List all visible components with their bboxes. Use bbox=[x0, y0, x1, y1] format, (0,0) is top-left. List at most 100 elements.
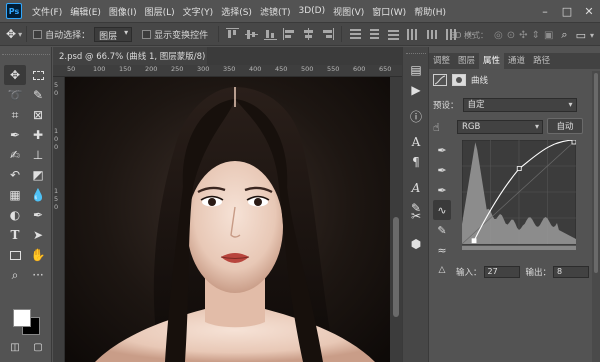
menu-file[interactable]: 文件(F) bbox=[32, 5, 62, 18]
menu-filter[interactable]: 滤镜(T) bbox=[260, 5, 291, 18]
actions-panel-icon[interactable]: ▶ bbox=[407, 81, 425, 99]
dodge-tool-icon[interactable]: ◐ bbox=[4, 205, 26, 225]
curves-adjustment-icon[interactable] bbox=[433, 74, 447, 86]
search-icon[interactable]: ⌕ bbox=[561, 28, 567, 42]
paragraph-panel-icon[interactable]: ¶ bbox=[407, 153, 425, 171]
3d-scale-icon[interactable]: ▣ bbox=[544, 30, 553, 41]
canvas-scrollbar[interactable] bbox=[390, 77, 402, 362]
menu-window[interactable]: 窗口(W) bbox=[372, 5, 406, 18]
tab-channels[interactable]: 通道 bbox=[504, 53, 529, 69]
properties-scrollbar[interactable] bbox=[592, 71, 600, 362]
rectangle-tool-icon[interactable] bbox=[4, 245, 26, 265]
screen-mode-icon[interactable]: ▢ bbox=[27, 337, 49, 357]
auto-select-dropdown[interactable]: 图层 bbox=[94, 26, 133, 42]
curve-control-point[interactable] bbox=[516, 166, 522, 171]
gradient-tool-icon[interactable]: ▦ bbox=[4, 185, 26, 205]
glyphs-panel-icon[interactable]: A bbox=[407, 179, 425, 197]
tab-layers[interactable]: 图层 bbox=[454, 53, 479, 69]
distribute-hcenter-icon[interactable] bbox=[425, 28, 438, 40]
align-bottom-icon[interactable] bbox=[264, 28, 278, 40]
auto-select-checkbox[interactable] bbox=[33, 29, 43, 39]
menu-view[interactable]: 视图(V) bbox=[333, 5, 364, 18]
brush-tool-icon[interactable]: ✍ bbox=[4, 145, 26, 165]
white-point-eyedropper-icon[interactable]: ✒ bbox=[433, 180, 451, 200]
eraser-tool-icon[interactable]: ◩ bbox=[27, 165, 49, 185]
align-top-icon[interactable] bbox=[226, 28, 240, 40]
menu-3d[interactable]: 3D(D) bbox=[298, 6, 325, 16]
gray-point-eyedropper-icon[interactable]: ✒ bbox=[433, 160, 451, 180]
history-panel-icon[interactable]: ▤ bbox=[407, 61, 425, 79]
clone-stamp-tool-icon[interactable]: ⊥ bbox=[27, 145, 49, 165]
history-brush-tool-icon[interactable]: ↶ bbox=[4, 165, 26, 185]
distribute-top-icon[interactable] bbox=[349, 28, 362, 40]
more-tools-icon[interactable]: ··· bbox=[27, 265, 49, 285]
align-left-icon[interactable] bbox=[283, 28, 296, 40]
info-panel-icon[interactable]: ⓘ bbox=[407, 107, 425, 125]
3d-orbit-icon[interactable]: ◎ bbox=[494, 30, 503, 41]
pen-tool-icon[interactable]: ✒ bbox=[27, 205, 49, 225]
zoom-tool-icon[interactable]: ⌕ bbox=[4, 265, 26, 285]
target-adjust-icon[interactable]: ☝ bbox=[433, 121, 457, 134]
toolbar-grip[interactable] bbox=[2, 49, 50, 55]
3d-pan-icon[interactable]: ✣ bbox=[519, 30, 527, 41]
black-point-eyedropper-icon[interactable]: ✒ bbox=[433, 140, 451, 160]
hand-tool-icon[interactable]: ✋ bbox=[27, 245, 49, 265]
crop-tool-icon[interactable]: ⌗ bbox=[4, 105, 26, 125]
draw-curve-icon[interactable]: ✎ bbox=[433, 220, 451, 240]
path-select-tool-icon[interactable]: ➤ bbox=[27, 225, 49, 245]
3d-slide-icon[interactable]: ⇕ bbox=[532, 30, 540, 41]
menu-help[interactable]: 帮助(H) bbox=[414, 5, 446, 18]
menu-image[interactable]: 图像(I) bbox=[109, 5, 137, 18]
channel-dropdown[interactable]: RGB bbox=[457, 120, 543, 134]
edit-points-icon[interactable]: ∿ bbox=[433, 200, 451, 220]
tool-presets-panel-icon[interactable]: ✂ bbox=[407, 207, 425, 225]
preset-dropdown-icon[interactable]: ▾ bbox=[18, 30, 22, 39]
output-field[interactable]: 8 bbox=[553, 266, 590, 278]
curve-control-point[interactable] bbox=[471, 238, 477, 244]
menu-type[interactable]: 文字(Y) bbox=[183, 5, 214, 18]
blur-tool-icon[interactable]: 💧 bbox=[27, 185, 49, 205]
type-tool-icon[interactable]: T bbox=[4, 225, 26, 245]
preset-dropdown[interactable]: 自定 bbox=[462, 98, 577, 112]
quick-mask-icon[interactable]: ◫ bbox=[4, 337, 26, 357]
workspace-icon[interactable]: ▭ bbox=[576, 29, 586, 42]
document-tab[interactable]: 2.psd @ 66.7% (曲线 1, 图层蒙版/8) * × bbox=[53, 47, 224, 65]
show-transform-checkbox[interactable] bbox=[142, 29, 152, 39]
document-canvas[interactable] bbox=[65, 77, 390, 362]
spot-heal-tool-icon[interactable]: ✚ bbox=[27, 125, 49, 145]
align-vcenter-icon[interactable] bbox=[245, 28, 259, 40]
input-field[interactable]: 27 bbox=[483, 266, 520, 278]
workspace-dropdown-icon[interactable]: ▾ bbox=[590, 31, 594, 40]
distribute-vcenter-icon[interactable] bbox=[368, 28, 381, 40]
menu-layer[interactable]: 图层(L) bbox=[145, 5, 175, 18]
frame-tool-icon[interactable]: ⊠ bbox=[27, 105, 49, 125]
curve-control-point[interactable] bbox=[571, 140, 576, 145]
layer-mask-icon[interactable] bbox=[452, 74, 466, 86]
tab-paths[interactable]: 路径 bbox=[529, 53, 554, 69]
quick-select-tool-icon[interactable]: ✎ bbox=[27, 85, 49, 105]
tab-properties[interactable]: 属性 bbox=[479, 53, 505, 69]
character-panel-icon[interactable]: A bbox=[407, 133, 425, 151]
lasso-tool-icon[interactable]: ➰ bbox=[4, 85, 26, 105]
maximize-button[interactable]: □ bbox=[556, 5, 578, 18]
auto-button[interactable]: 自动 bbox=[547, 118, 583, 134]
3d-panel-icon[interactable]: ⬢ bbox=[407, 235, 425, 253]
eyedropper-tool-icon[interactable]: ✒ bbox=[4, 125, 26, 145]
move-tool-icon[interactable]: ✥ bbox=[4, 65, 26, 85]
menu-edit[interactable]: 编辑(E) bbox=[70, 5, 101, 18]
clipping-warning-icon[interactable]: △ bbox=[433, 260, 451, 280]
align-hcenter-icon[interactable] bbox=[302, 28, 315, 40]
3d-roll-icon[interactable]: ⊙ bbox=[507, 30, 515, 41]
smooth-curve-icon[interactable]: ≈ bbox=[433, 240, 451, 260]
close-window-button[interactable]: ✕ bbox=[578, 5, 600, 18]
tab-adjustments[interactable]: 调整 bbox=[429, 53, 454, 69]
move-tool-preset-icon[interactable]: ✥ bbox=[6, 27, 16, 41]
align-right-icon[interactable] bbox=[321, 28, 335, 40]
dock-grip[interactable] bbox=[406, 49, 426, 54]
foreground-color-swatch[interactable] bbox=[13, 309, 31, 327]
minimize-button[interactable]: – bbox=[534, 5, 556, 18]
menu-select[interactable]: 选择(S) bbox=[221, 5, 252, 18]
curves-graph[interactable] bbox=[462, 140, 576, 252]
distribute-left-icon[interactable] bbox=[406, 28, 419, 40]
distribute-bottom-icon[interactable] bbox=[387, 28, 400, 40]
